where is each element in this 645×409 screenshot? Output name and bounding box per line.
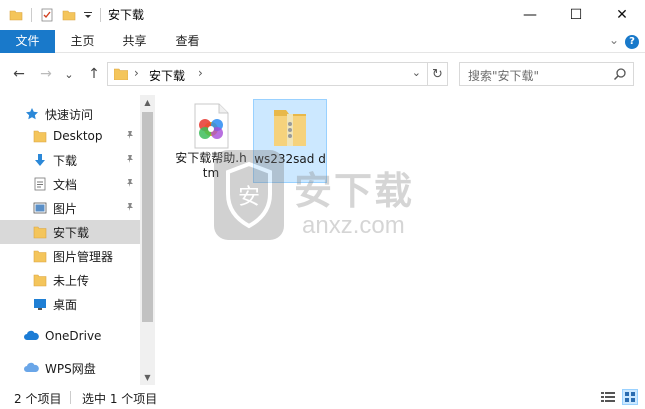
pin-icon <box>125 130 135 143</box>
watermark-subtitle: anxz.com <box>302 212 405 239</box>
star-icon <box>24 106 40 122</box>
details-view-icon[interactable] <box>600 389 616 405</box>
watermark-logo: 安 <box>214 150 284 240</box>
refresh-button[interactable]: ↻ <box>427 63 447 85</box>
sidebar-item-label: 未上传 <box>53 273 90 288</box>
sidebar-item-pictures[interactable]: 图片 <box>0 196 140 220</box>
sidebar-item-label: Desktop <box>53 129 103 143</box>
scrollbar-thumb[interactable] <box>142 112 153 322</box>
breadcrumb-current[interactable]: 安下载 <box>149 67 185 84</box>
scroll-down-arrow[interactable]: ▼ <box>140 370 155 385</box>
sidebar-item-documents[interactable]: 文档 <box>0 172 140 196</box>
folder-icon[interactable] <box>8 6 24 24</box>
sidebar-item-not-uploaded[interactable]: 未上传 <box>0 268 140 292</box>
navigation-pane: 快速访问 Desktop 下载 文档 图片 安下载 图片管理器 未上传 桌面 O… <box>0 95 155 385</box>
status-bar: 2 个项目 选中 1 个项目 <box>0 385 645 409</box>
sidebar-item-picture-manager[interactable]: 图片管理器 <box>0 244 140 268</box>
folder-icon <box>32 224 48 240</box>
sidebar-item-label: WPS网盘 <box>45 361 96 376</box>
back-button[interactable]: ← <box>9 64 29 84</box>
pin-icon <box>125 178 135 191</box>
watermark-title: 安下载 <box>294 169 415 213</box>
sidebar-item-quick-access[interactable]: 快速访问 <box>0 102 140 126</box>
new-folder-icon[interactable] <box>60 6 78 24</box>
properties-icon[interactable] <box>38 6 56 24</box>
toolbar-divider <box>30 6 32 24</box>
folder-icon <box>32 272 48 288</box>
up-button[interactable]: ↑ <box>84 64 104 84</box>
breadcrumb-separator[interactable]: › <box>198 66 203 80</box>
tab-share[interactable]: 共享 <box>112 30 157 53</box>
toolbar-divider <box>99 6 101 24</box>
tab-view[interactable]: 查看 <box>165 30 210 53</box>
zip-folder-icon <box>270 104 310 153</box>
search-icon[interactable] <box>613 67 627 84</box>
sidebar-item-onedrive[interactable]: OneDrive <box>0 324 140 348</box>
minimize-button[interactable]: — <box>507 0 553 30</box>
search-input[interactable]: 搜索"安下载" <box>459 62 634 86</box>
sidebar-item-desktop[interactable]: Desktop <box>0 124 140 148</box>
maximize-button[interactable]: ☐ <box>553 0 599 30</box>
selection-count: 选中 1 个项目 <box>82 392 158 406</box>
sidebar-item-wps-drive[interactable]: WPS网盘 <box>0 356 140 380</box>
svg-text:安: 安 <box>238 185 260 210</box>
sidebar-item-label: 安下载 <box>53 225 90 240</box>
sidebar-item-label: 图片 <box>53 201 78 216</box>
address-dropdown-icon[interactable]: ⌄ <box>412 66 421 79</box>
tab-home[interactable]: 主页 <box>60 30 105 53</box>
scroll-up-arrow[interactable]: ▲ <box>140 95 155 110</box>
expand-ribbon-icon[interactable]: ⌄ <box>609 33 619 47</box>
document-icon <box>32 176 48 192</box>
status-divider <box>70 391 71 404</box>
watermark: 安 安下载 anxz.com <box>214 150 434 250</box>
cloud-icon <box>23 360 39 376</box>
download-icon <box>32 152 48 168</box>
sidebar-item-label: OneDrive <box>45 329 102 343</box>
recent-locations-button[interactable]: ⌄ <box>62 64 76 84</box>
tab-file[interactable]: 文件 <box>0 30 55 53</box>
picture-icon <box>32 200 48 216</box>
sidebar-item-desktop-cn[interactable]: 桌面 <box>0 292 140 316</box>
pin-icon <box>125 202 135 215</box>
breadcrumb-separator[interactable]: › <box>134 66 139 80</box>
ribbon-tabs: 文件 主页 共享 查看 ⌄ ? <box>0 30 645 53</box>
sidebar-item-label: 桌面 <box>53 297 78 312</box>
large-icons-view-icon[interactable] <box>622 389 638 405</box>
navigation-bar: ← → ⌄ ↑ › 安下载 › ⌄ ↻ 搜索"安下载" <box>0 53 645 95</box>
address-bar[interactable]: › 安下载 › ⌄ <box>107 62 448 86</box>
item-count: 2 个项目 <box>14 392 62 406</box>
folder-icon <box>113 68 129 83</box>
close-button[interactable]: ✕ <box>599 0 645 30</box>
sidebar-item-anxz[interactable]: 安下载 <box>0 220 140 244</box>
forward-button[interactable]: → <box>36 64 56 84</box>
customize-toolbar-icon[interactable] <box>82 6 94 24</box>
window-title: 安下载 <box>108 8 145 22</box>
cloud-icon <box>23 328 39 344</box>
sidebar-item-downloads[interactable]: 下载 <box>0 148 140 172</box>
search-placeholder: 搜索"安下载" <box>468 69 540 83</box>
htm-file-icon <box>191 103 231 152</box>
folder-icon <box>32 128 48 144</box>
sidebar-item-label: 下载 <box>53 153 78 168</box>
pin-icon <box>125 154 135 167</box>
folder-icon <box>32 248 48 264</box>
sidebar-item-label: 文档 <box>53 177 78 192</box>
sidebar-item-label: 快速访问 <box>45 107 94 122</box>
help-icon[interactable]: ? <box>625 35 639 49</box>
title-bar: 安下载 — ☐ ✕ <box>0 0 645 30</box>
desktop-icon <box>32 296 48 312</box>
sidebar-item-label: 图片管理器 <box>53 249 114 264</box>
